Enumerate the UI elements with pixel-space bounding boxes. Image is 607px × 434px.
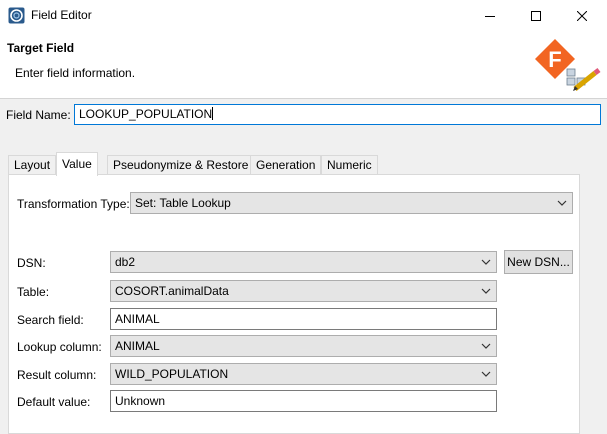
chevron-down-icon [481, 343, 491, 349]
dsn-value: db2 [115, 255, 136, 269]
svg-text:F: F [548, 47, 561, 72]
tab-value[interactable]: Value [56, 152, 98, 176]
tab-pseudonymize-restore[interactable]: Pseudonymize & Restore [107, 155, 255, 175]
tab-label: Value [62, 157, 92, 171]
tab-generation[interactable]: Generation [250, 155, 322, 175]
maximize-button[interactable] [513, 0, 559, 31]
new-dsn-button[interactable]: New DSN... [504, 250, 573, 274]
tab-label: Layout [14, 158, 51, 172]
tab-numeric[interactable]: Numeric [321, 155, 378, 175]
transformation-type-value: Set: Table Lookup [135, 196, 231, 210]
result-column-select[interactable]: WILD_POPULATION [110, 363, 497, 385]
chevron-down-icon [481, 259, 491, 265]
lookup-column-select[interactable]: ANIMAL [110, 335, 497, 357]
default-value-label: Default value: [17, 395, 91, 409]
dsn-select[interactable]: db2 [110, 251, 497, 273]
chevron-down-icon [481, 288, 491, 294]
field-name-input[interactable]: LOOKUP_POPULATION [74, 104, 601, 125]
minimize-button[interactable] [467, 0, 513, 31]
chevron-down-icon [481, 371, 491, 377]
search-field-value: ANIMAL [115, 312, 160, 326]
result-column-label: Result column: [17, 368, 97, 382]
transformation-type-label: Transformation Type: [17, 197, 130, 211]
tab-label: Numeric [327, 158, 372, 172]
tab-layout[interactable]: Layout [8, 155, 57, 175]
app-logo-icon [8, 7, 25, 24]
field-editor-logo-icon: F [535, 39, 601, 91]
default-value-value: Unknown [115, 394, 166, 408]
minimize-icon [485, 15, 495, 17]
lookup-column-value: ANIMAL [115, 339, 160, 353]
search-field-label: Search field: [17, 313, 84, 327]
result-column-value: WILD_POPULATION [115, 367, 229, 381]
table-value: COSORT.animalData [115, 284, 229, 298]
close-icon [577, 10, 587, 21]
table-label: Table: [17, 285, 50, 299]
dsn-label: DSN: [17, 256, 46, 270]
dialog-header: Target Field Enter field information. F [0, 31, 607, 99]
header-title: Target Field [7, 41, 75, 55]
field-name-label: Field Name: [6, 108, 71, 122]
close-button[interactable] [559, 0, 605, 31]
chevron-down-icon [557, 200, 567, 206]
search-field-input[interactable]: ANIMAL [110, 308, 497, 330]
title-bar: Field Editor [0, 0, 607, 31]
default-value-input[interactable]: Unknown [110, 390, 497, 412]
tab-label: Pseudonymize & Restore [113, 158, 249, 172]
transformation-type-select[interactable]: Set: Table Lookup [130, 192, 573, 214]
table-select[interactable]: COSORT.animalData [110, 280, 497, 302]
field-name-value: LOOKUP_POPULATION [79, 107, 213, 121]
lookup-column-label: Lookup column: [17, 340, 102, 354]
header-description: Enter field information. [15, 66, 136, 80]
text-caret [212, 107, 214, 120]
vertical-scrollbar[interactable] [590, 174, 607, 429]
window-title: Field Editor [31, 8, 92, 22]
maximize-icon [531, 10, 541, 21]
value-tab-panel: Transformation Type: Set: Table Lookup D… [8, 174, 580, 434]
tab-label: Generation [256, 158, 316, 172]
